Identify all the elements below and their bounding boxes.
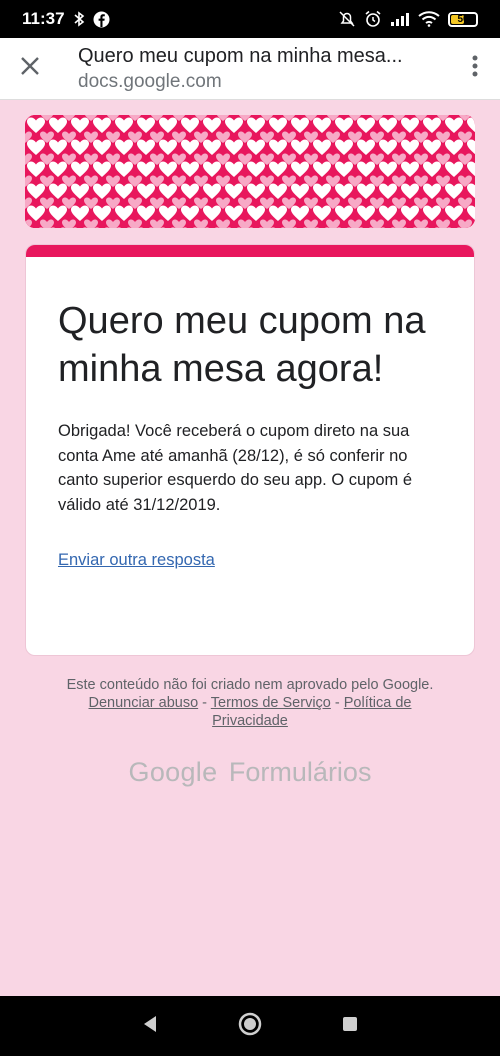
facebook-icon	[93, 11, 110, 28]
recents-square-icon	[342, 1016, 358, 1037]
form-footer: Este conteúdo não foi criado nem aprovad…	[0, 676, 500, 730]
footer-disclaimer: Este conteúdo não foi criado nem aprovad…	[66, 677, 434, 693]
overflow-menu-button[interactable]	[450, 38, 500, 100]
system-nav-bar	[0, 996, 500, 1056]
status-bar: 11:37 50	[0, 0, 500, 38]
footer-separator: -	[330, 695, 344, 711]
form-header-banner	[25, 115, 475, 228]
wifi-icon	[418, 11, 440, 27]
status-left: 11:37	[22, 9, 110, 29]
hearts-pattern	[25, 115, 475, 228]
battery-icon: 50	[448, 11, 478, 27]
submit-another-response-link[interactable]: Enviar outra resposta	[58, 551, 215, 570]
footer-separator: -	[198, 695, 211, 711]
recents-button[interactable]	[330, 1006, 370, 1046]
confirmation-card: Quero meu cupom na minha mesa agora! Obr…	[25, 244, 475, 656]
bluetooth-icon	[73, 11, 85, 27]
custom-tab-toolbar: Quero meu cupom na minha mesa... docs.go…	[0, 38, 500, 100]
home-button[interactable]	[230, 1006, 270, 1046]
alarm-icon	[364, 10, 382, 28]
close-button[interactable]	[0, 38, 60, 100]
signal-icon	[390, 12, 410, 26]
browser-domain: docs.google.com	[78, 70, 222, 92]
confirmation-message: Obrigada! Você receberá o cupom direto n…	[58, 422, 413, 514]
brand-forms: Formulários	[228, 757, 372, 787]
card-body: Quero meu cupom na minha mesa agora! Obr…	[26, 257, 474, 570]
back-triangle-icon	[142, 1015, 158, 1038]
mute-icon	[338, 10, 356, 28]
google-forms-logo[interactable]: Google Formulários	[0, 757, 500, 788]
footer-links: Denunciar abuso - Termos de Serviço - Po…	[60, 694, 440, 730]
more-vert-icon	[472, 55, 478, 82]
battery-level: 50	[457, 13, 469, 25]
form-title: Quero meu cupom na minha mesa agora!	[58, 300, 426, 390]
url-block[interactable]: Quero meu cupom na minha mesa... docs.go…	[60, 45, 450, 93]
status-right: 50	[338, 10, 478, 28]
report-abuse-link[interactable]: Denunciar abuso	[89, 695, 199, 711]
close-icon	[20, 56, 40, 81]
home-circle-icon	[237, 1011, 263, 1042]
status-time: 11:37	[22, 9, 65, 28]
back-button[interactable]	[130, 1006, 170, 1046]
terms-link[interactable]: Termos de Serviço	[211, 695, 331, 711]
brand-google: Google	[128, 757, 218, 787]
browser-page-title: Quero meu cupom na minha mesa...	[78, 44, 403, 67]
card-accent-bar	[26, 245, 474, 257]
